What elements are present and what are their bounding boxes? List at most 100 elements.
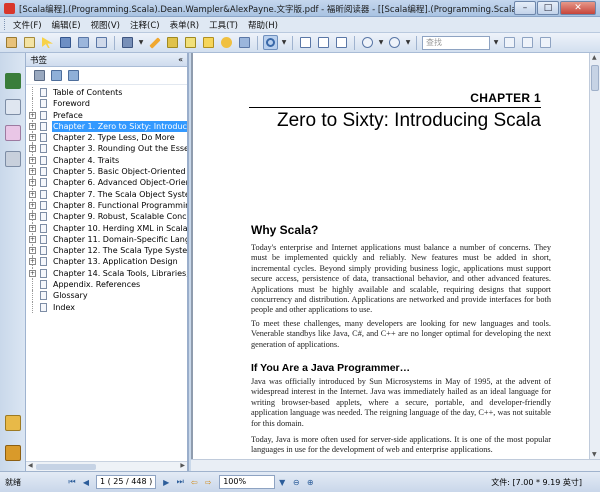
chevron-down-icon[interactable]: ▼ xyxy=(138,39,144,46)
attachments-panel-icon[interactable] xyxy=(5,415,21,431)
expand-icon[interactable]: + xyxy=(29,247,36,255)
document-vertical-scrollbar[interactable]: ▲ ▼ xyxy=(589,53,600,459)
scroll-up-icon[interactable]: ▲ xyxy=(592,54,597,61)
expand-icon[interactable]: + xyxy=(29,111,36,119)
scroll-thumb[interactable] xyxy=(36,464,96,470)
first-page-icon[interactable]: ⏮ xyxy=(65,475,79,489)
scroll-down-icon[interactable]: ▼ xyxy=(592,451,597,458)
text-select-icon[interactable] xyxy=(58,35,73,50)
expand-icon[interactable]: + xyxy=(29,201,36,209)
bookmark-item[interactable]: + Chapter 8. Functional Programming in Sc… xyxy=(26,199,187,212)
pencil-icon[interactable] xyxy=(147,35,162,50)
document-horizontal-scrollbar[interactable] xyxy=(191,459,600,471)
menu-tools[interactable]: 工具(T) xyxy=(209,19,238,31)
bookmark-item[interactable]: + Chapter 3. Rounding Out the Essentials xyxy=(26,143,187,155)
chevron-down-icon[interactable]: ▼ xyxy=(405,39,411,46)
expand-icon[interactable]: + xyxy=(29,134,36,142)
expand-icon[interactable]: + xyxy=(29,179,36,187)
bookmark-item[interactable]: + Chapter 12. The Scala Type System xyxy=(26,245,187,257)
bookmark-item[interactable]: + Chapter 5. Basic Object-Oriented Progra… xyxy=(26,166,187,178)
collapse-sidebar-button[interactable]: « xyxy=(178,55,183,64)
expand-icon[interactable]: + xyxy=(29,145,36,153)
last-page-icon[interactable]: ⏭ xyxy=(173,475,187,489)
bookmark-item[interactable]: + Chapter 14. Scala Tools, Libraries, and… xyxy=(26,267,187,280)
search-input[interactable]: 查找 xyxy=(422,35,490,50)
bookmark-item[interactable]: Foreword xyxy=(26,98,187,110)
layers-panel-icon[interactable] xyxy=(5,151,21,167)
menu-edit[interactable]: 编辑(E) xyxy=(52,19,81,31)
typewriter-icon[interactable] xyxy=(120,35,135,50)
expand-icon[interactable]: + xyxy=(29,213,36,221)
delete-bookmark-icon[interactable] xyxy=(34,70,45,81)
text-box-icon[interactable] xyxy=(183,35,198,50)
image-select-icon[interactable] xyxy=(76,35,91,50)
scroll-left-icon[interactable]: ◀ xyxy=(28,462,33,469)
search-next-icon[interactable] xyxy=(520,35,535,50)
back-icon[interactable]: ⇦ xyxy=(187,475,201,489)
scroll-thumb[interactable] xyxy=(591,65,599,91)
bookmark-item[interactable]: + Chapter 11. Domain-Specific Languages xyxy=(26,233,187,246)
bookmark-item[interactable]: Table of Contents xyxy=(26,87,187,99)
menu-view[interactable]: 视图(V) xyxy=(91,19,120,31)
bookmark-item[interactable]: + Preface xyxy=(26,109,187,121)
bookmark-item[interactable]: + Chapter 6. Advanced Object-Oriented Pro… xyxy=(26,177,187,189)
zoom-select[interactable]: 100% xyxy=(219,475,276,489)
next-page-icon[interactable]: ▶ xyxy=(159,475,173,489)
menu-help[interactable]: 帮助(H) xyxy=(248,19,278,31)
zoom-out-icon[interactable] xyxy=(360,35,375,50)
menu-comment[interactable]: 注释(C) xyxy=(130,19,160,31)
expand-icon[interactable]: + xyxy=(29,269,36,277)
scroll-right-icon[interactable]: ▶ xyxy=(180,462,185,469)
close-button[interactable]: ✕ xyxy=(560,1,596,15)
fit-width-icon[interactable] xyxy=(334,35,349,50)
snapshot-icon[interactable] xyxy=(22,35,37,50)
menu-file[interactable]: 文件(F) xyxy=(13,19,42,31)
highlight-icon[interactable] xyxy=(165,35,180,50)
expand-icon[interactable]: + xyxy=(29,190,36,198)
expand-bookmark-icon[interactable] xyxy=(68,70,79,81)
security-panel-icon[interactable] xyxy=(5,445,21,461)
maximize-button[interactable]: □ xyxy=(537,1,559,15)
bookmark-item[interactable]: Glossary xyxy=(26,290,187,302)
search-prev-icon[interactable] xyxy=(502,35,517,50)
bookmark-item[interactable]: Appendix. References xyxy=(26,279,187,291)
expand-icon[interactable]: + xyxy=(29,168,36,176)
chevron-down-icon[interactable]: ▼ xyxy=(493,39,499,46)
minimize-button[interactable]: – xyxy=(514,1,536,15)
zoom-dropdown-icon[interactable]: ▼ xyxy=(275,475,289,489)
page-number-input[interactable]: 1 ( 25 / 448 ) xyxy=(96,475,157,489)
prev-page-icon[interactable]: ◀ xyxy=(79,475,93,489)
menu-form[interactable]: 表单(R) xyxy=(170,19,200,31)
zoom-in-status-icon[interactable]: ⊕ xyxy=(303,475,317,489)
zoom-out-status-icon[interactable]: ⊖ xyxy=(289,475,303,489)
zoom-in-icon[interactable] xyxy=(263,35,278,50)
bookmark-item[interactable]: + Chapter 4. Traits xyxy=(26,154,187,167)
search-options-icon[interactable] xyxy=(538,35,553,50)
chevron-down-icon[interactable]: ▼ xyxy=(378,39,384,46)
actual-size-icon[interactable] xyxy=(298,35,313,50)
bookmark-item[interactable]: + Chapter 10. Herding XML in Scala xyxy=(26,222,187,234)
pages-panel-icon[interactable] xyxy=(5,99,21,115)
stamp-icon[interactable] xyxy=(237,35,252,50)
expand-icon[interactable]: + xyxy=(29,156,36,164)
bookmark-item[interactable]: + Chapter 7. The Scala Object System xyxy=(26,188,187,200)
fit-page-icon[interactable] xyxy=(316,35,331,50)
expand-icon[interactable]: + xyxy=(29,224,36,232)
callout-icon[interactable] xyxy=(219,35,234,50)
note-icon[interactable] xyxy=(201,35,216,50)
select-arrow-icon[interactable] xyxy=(40,35,55,50)
expand-icon[interactable]: + xyxy=(29,122,36,130)
bookmark-item[interactable]: + Chapter 1. Zero to Sixty: Introducing S… xyxy=(26,120,187,133)
hand-tool-icon[interactable] xyxy=(4,35,19,50)
expand-icon[interactable]: + xyxy=(29,235,36,243)
annotations-panel-icon[interactable] xyxy=(5,125,21,141)
select-region-icon[interactable] xyxy=(94,35,109,50)
zoom-plus-icon[interactable] xyxy=(387,35,402,50)
sidebar-horizontal-scrollbar[interactable]: ◀ ▶ xyxy=(26,461,187,471)
expand-icon[interactable]: + xyxy=(29,258,36,266)
new-bookmark-icon[interactable] xyxy=(51,70,62,81)
forward-icon[interactable]: ⇨ xyxy=(201,475,215,489)
bookmark-item[interactable]: + Chapter 9. Robust, Scalable Concurrency xyxy=(26,211,187,223)
bookmark-item[interactable]: + Chapter 2. Type Less, Do More xyxy=(26,132,187,144)
bookmark-item[interactable]: Index xyxy=(26,301,187,313)
